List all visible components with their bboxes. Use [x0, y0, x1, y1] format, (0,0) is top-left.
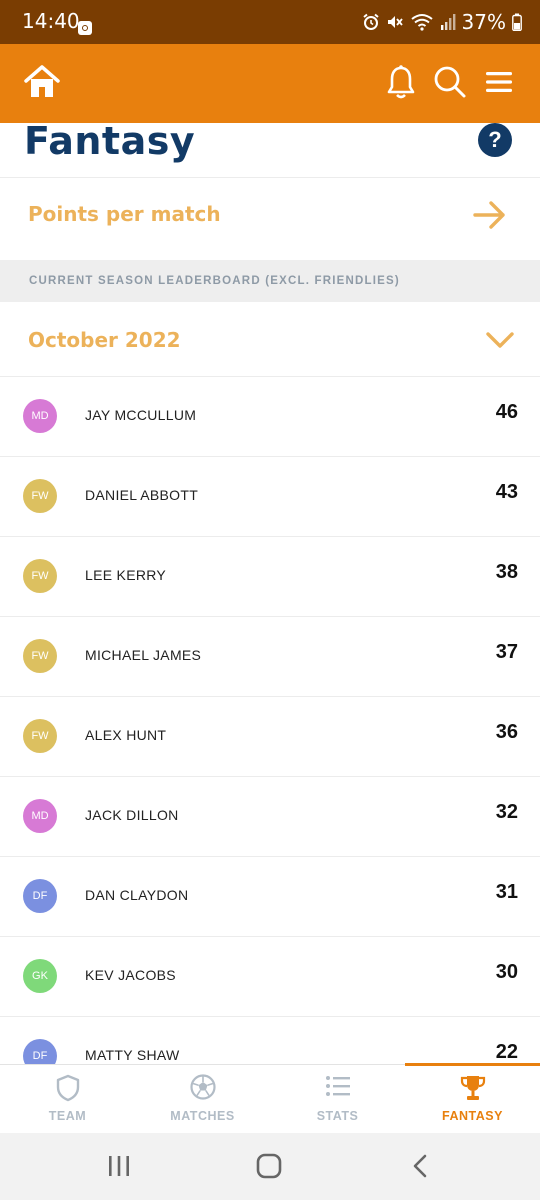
- bell-icon: [387, 65, 415, 99]
- player-name: DANIEL ABBOTT: [85, 487, 199, 503]
- status-time: 14:40: [22, 9, 80, 33]
- player-name: ALEX HUNT: [85, 727, 167, 743]
- player-points: 37: [495, 641, 518, 663]
- position-badge: GK: [23, 959, 57, 993]
- position-badge: FW: [23, 719, 57, 753]
- player-points: 43: [495, 481, 518, 503]
- section-label: CURRENT SEASON LEADERBOARD (EXCL. FRIEND…: [29, 275, 400, 287]
- points-per-match-label: Points per match: [28, 202, 221, 226]
- app-header: [0, 44, 540, 123]
- leaderboard-row[interactable]: DF DAN CLAYDON 31: [0, 856, 540, 936]
- search-button[interactable]: [430, 62, 470, 102]
- back-icon[interactable]: [410, 1153, 430, 1179]
- chevron-down-icon: [486, 332, 514, 348]
- home-button-icon[interactable]: [256, 1153, 282, 1179]
- leaderboard-row[interactable]: FW ALEX HUNT 36: [0, 696, 540, 776]
- position-badge: FW: [23, 479, 57, 513]
- player-points: 38: [495, 561, 518, 583]
- player-name: JACK DILLON: [85, 807, 179, 823]
- status-icons: 37%: [362, 9, 522, 35]
- player-points: 36: [495, 721, 518, 743]
- tab-team-label: TEAM: [48, 1109, 87, 1123]
- status-bar: 14:40 37%: [0, 0, 540, 44]
- month-selector[interactable]: October 2022: [0, 302, 540, 376]
- player-name: KEV JACOBS: [85, 967, 176, 983]
- position-badge: MD: [23, 399, 57, 433]
- leaderboard-row[interactable]: FW DANIEL ABBOTT 43: [0, 456, 540, 536]
- position-badge: MD: [23, 799, 57, 833]
- player-name: DAN CLAYDON: [85, 887, 189, 903]
- battery-percent: 37%: [461, 10, 506, 34]
- recent-apps-icon[interactable]: [107, 1153, 131, 1179]
- leaderboard-row[interactable]: MD JAY MCCULLUM 46: [0, 376, 540, 456]
- position-badge: DF: [23, 1039, 57, 1064]
- month-label: October 2022: [28, 328, 181, 352]
- tab-matches-label: MATCHES: [170, 1109, 235, 1123]
- leaderboard-row[interactable]: MD JACK DILLON 32: [0, 776, 540, 856]
- tab-fantasy[interactable]: FANTASY: [405, 1063, 540, 1134]
- player-points: 31: [495, 881, 518, 903]
- tab-team[interactable]: TEAM: [0, 1065, 135, 1134]
- leaderboard-row[interactable]: FW LEE KERRY 38: [0, 536, 540, 616]
- leaderboard-row[interactable]: GK KEV JACOBS 30: [0, 936, 540, 1016]
- player-name: JAY MCCULLUM: [85, 407, 197, 423]
- position-badge: DF: [23, 879, 57, 913]
- menu-button[interactable]: [479, 62, 519, 102]
- alarm-icon: [362, 13, 379, 30]
- content-scroll-area[interactable]: Fantasy ? Points per match CURRENT SEASO…: [0, 123, 540, 1064]
- home-button[interactable]: [22, 62, 62, 102]
- system-nav-bar: [0, 1133, 540, 1200]
- help-button[interactable]: ?: [478, 123, 512, 157]
- player-name: MICHAEL JAMES: [85, 647, 202, 663]
- leaderboard-row[interactable]: DF MATTY SHAW 22: [0, 1016, 540, 1064]
- player-points: 22: [495, 1041, 518, 1063]
- battery-icon: [512, 13, 522, 31]
- shield-icon: [56, 1074, 79, 1102]
- app-notification-icon: [78, 21, 92, 35]
- tab-stats[interactable]: STATS: [270, 1065, 405, 1134]
- wifi-icon: [410, 14, 433, 31]
- player-points: 30: [495, 961, 518, 983]
- position-badge: FW: [23, 559, 57, 593]
- search-icon: [434, 66, 466, 98]
- bottom-nav: TEAM MATCHES STATS FANTASY: [0, 1063, 540, 1134]
- notifications-button[interactable]: [381, 62, 421, 102]
- mute-icon: [387, 16, 403, 28]
- list-icon: [325, 1076, 350, 1096]
- points-per-match-link[interactable]: Points per match: [0, 178, 540, 259]
- trophy-icon: [460, 1076, 485, 1100]
- player-points: 46: [495, 401, 518, 423]
- leaderboard-row[interactable]: FW MICHAEL JAMES 37: [0, 616, 540, 696]
- menu-icon: [486, 72, 512, 92]
- player-name: LEE KERRY: [85, 567, 167, 583]
- player-name: MATTY SHAW: [85, 1047, 180, 1063]
- position-badge: FW: [23, 639, 57, 673]
- football-icon: [189, 1074, 216, 1100]
- arrow-right-icon: [473, 201, 505, 229]
- tab-matches[interactable]: MATCHES: [135, 1065, 270, 1134]
- leaderboard-section-header: CURRENT SEASON LEADERBOARD (EXCL. FRIEND…: [0, 260, 540, 302]
- home-icon: [24, 65, 60, 97]
- signal-icon: [440, 14, 455, 30]
- tab-stats-label: STATS: [316, 1109, 359, 1123]
- tab-fantasy-label: FANTASY: [442, 1109, 503, 1123]
- player-points: 32: [495, 801, 518, 823]
- page-title: Fantasy: [24, 123, 196, 163]
